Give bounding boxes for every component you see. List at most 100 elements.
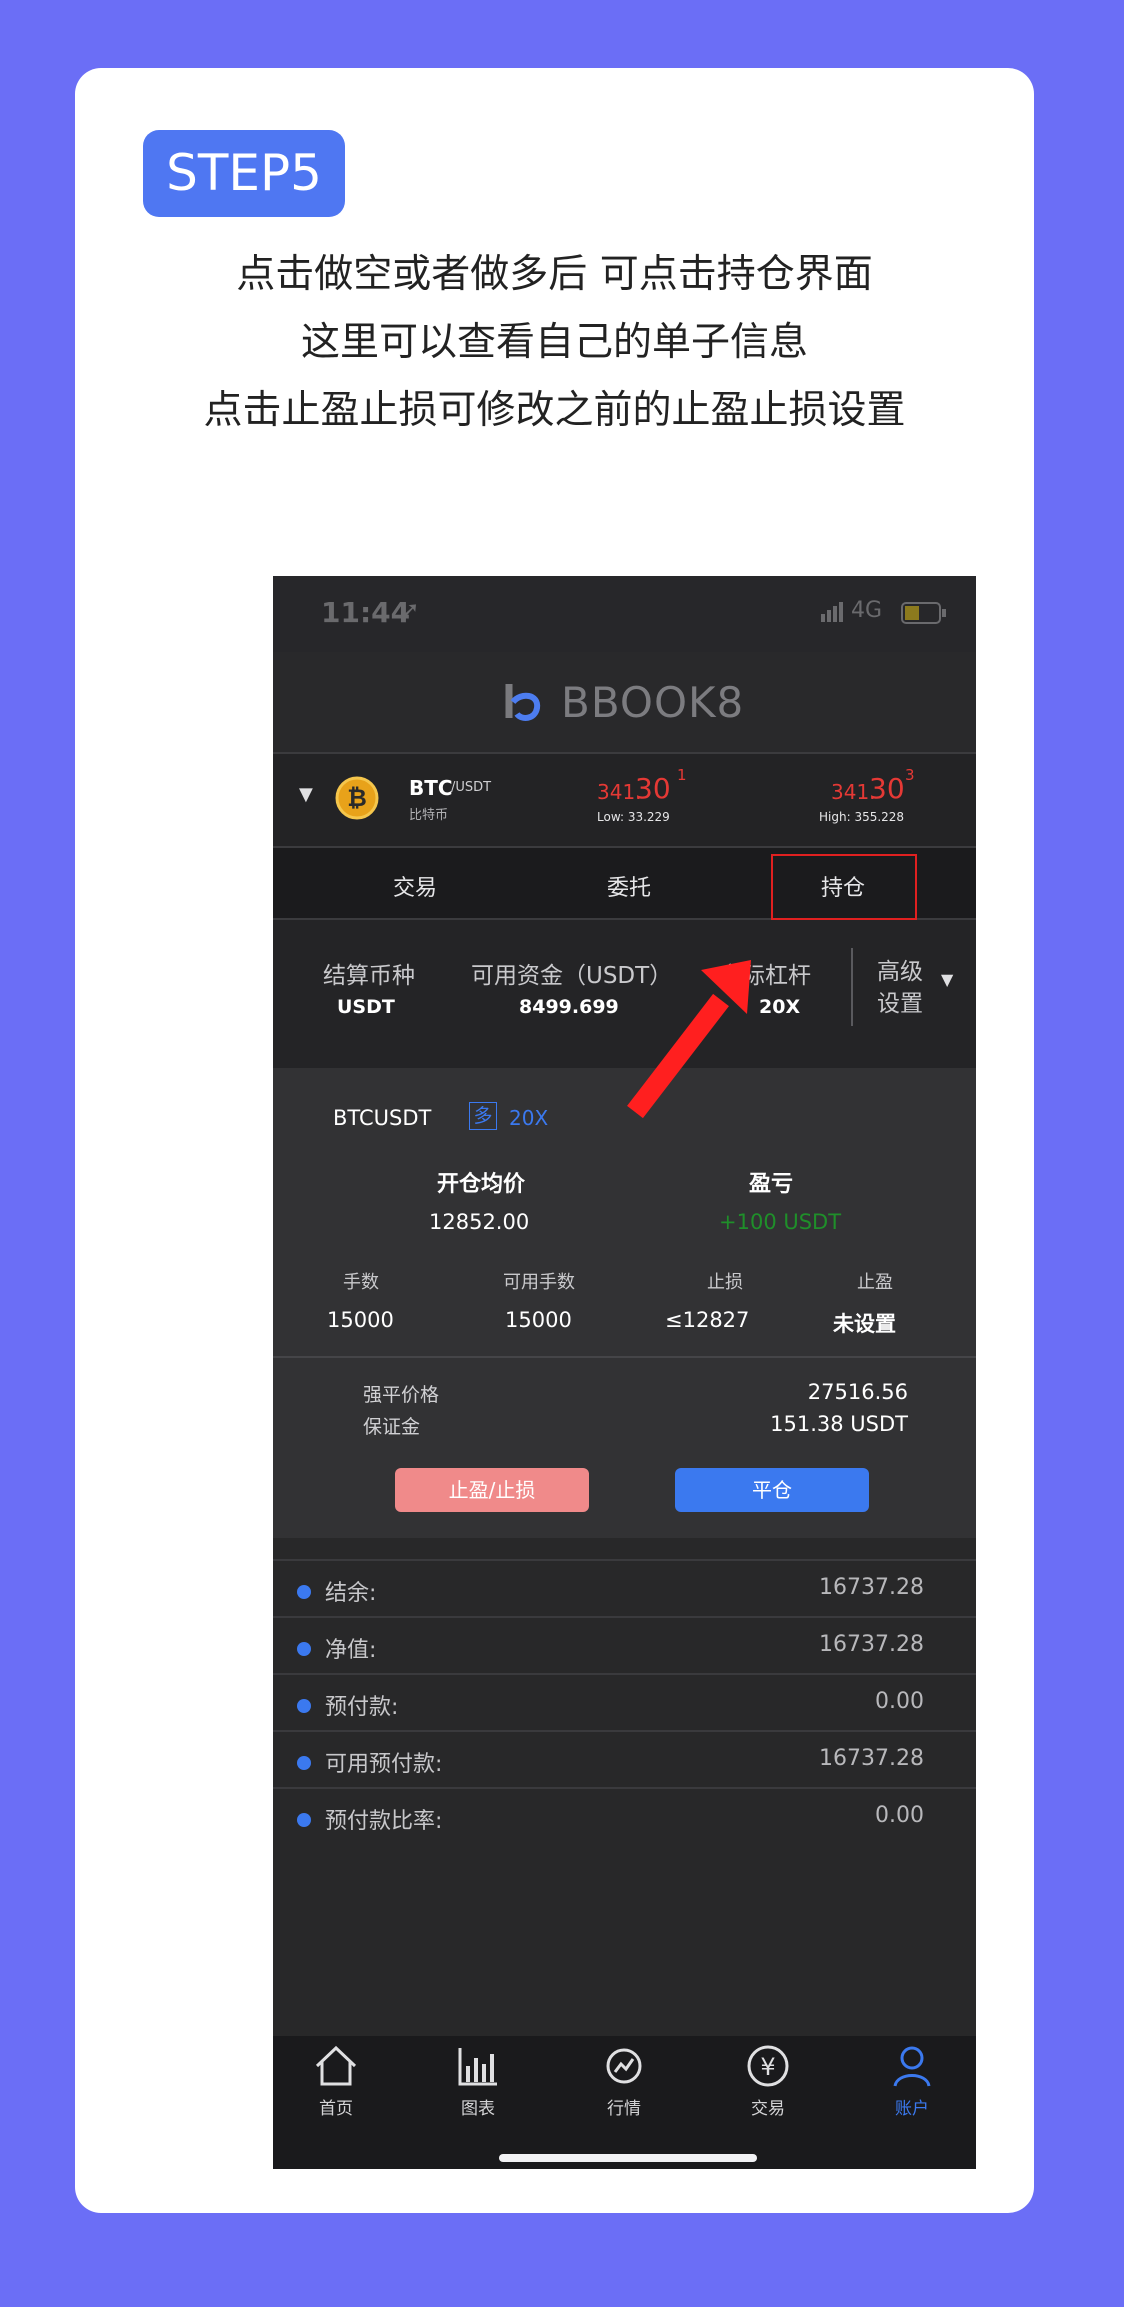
stop-loss-value: ≤12827 [665,1308,750,1332]
list-item-label: 预付款: [325,1695,399,1720]
ticker-quote: /USDT [451,780,492,795]
list-item-value: 0.00 [875,1803,924,1828]
ticker-dropdown-icon[interactable]: ▼ [299,784,313,805]
instruction-line-2: 这里可以查看自己的单子信息 [300,320,808,365]
status-time: 11:44 [321,596,411,629]
position-leverage: 20X [509,1106,549,1130]
list-item: 结余: 16737.28 [273,1559,976,1618]
market-icon [606,2048,642,2084]
chart-icon [458,2048,497,2086]
high-price: High: 355.228 [819,810,905,824]
margin-label: 保证金 [363,1416,421,1438]
status-bar: 11:44 ➚ 4G [273,576,976,652]
take-profit-value: 未设置 [833,1312,896,1336]
nav-market[interactable]: 行情 [579,2044,669,2119]
list-item-value: 16737.28 [819,1746,924,1771]
brand-logo-icon [503,680,543,728]
list-item-value: 16737.28 [819,1575,924,1600]
brand-header: BBOOK8 [273,652,976,754]
list-item: 预付款比率: 0.00 [273,1787,976,1846]
position-divider [273,1356,976,1358]
close-position-button[interactable]: 平仓 [675,1468,869,1512]
list-item-label: 可用预付款: [325,1752,443,1777]
settle-currency-value: USDT [337,996,395,1018]
instruction-line-1: 点击做空或者做多后 可点击持仓界面 [236,252,873,297]
liquidation-price-value: 27516.56 [807,1380,908,1404]
nav-chart[interactable]: 图表 [433,2044,523,2119]
margin-value: 151.38 USDT [770,1412,908,1436]
price-2-big: 30 [869,772,905,805]
open-price-value: 12852.00 [429,1210,530,1234]
list-item: 可用预付款: 16737.28 [273,1730,976,1789]
phone-screenshot: 11:44 ➚ 4G BBOOK8 ▼ ₿ BTC /USDT 比特币 341.… [273,576,976,2169]
liquidation-price-label: 强平价格 [363,1384,440,1406]
ticker-bar[interactable]: ▼ ₿ BTC /USDT 比特币 341. 30 1 Low: 33.229 … [273,754,976,848]
nav-account[interactable]: 账户 [867,2044,957,2119]
list-item-value: 0.00 [875,1689,924,1714]
list-item: 预付款: 0.00 [273,1673,976,1732]
brand-name: BBOOK8 [561,678,745,727]
price-1-sup: 1 [677,766,687,784]
bullet-dot [297,1642,311,1656]
lots-value: 15000 [327,1308,394,1332]
advanced-dropdown-icon[interactable]: ▼ [941,970,953,989]
nav-home-label: 首页 [319,2099,353,2119]
available-funds-value: 8499.699 [519,996,619,1018]
list-item-label: 预付款比率: [325,1809,443,1834]
nav-trade-label: 交易 [751,2099,785,2119]
advanced-settings-label-1[interactable]: 高级 [877,952,923,986]
location-icon: ➚ [401,598,420,623]
list-item: 净值: 16737.28 [273,1616,976,1675]
bullet-dot [297,1756,311,1770]
tab-trade[interactable]: 交易 [393,870,437,902]
stop-loss-label: 止损 [707,1272,743,1293]
tab-positions[interactable]: 持仓 [821,870,865,902]
home-icon [315,2045,357,2086]
open-price-label: 开仓均价 [437,1172,526,1197]
yen-trade-icon: ¥ [747,2045,789,2087]
long-side-badge: 多 [469,1102,497,1130]
ticker-symbol: BTC [409,776,453,800]
pnl-value: +100 USDT [719,1210,842,1234]
advanced-settings-label-2[interactable]: 设置 [877,984,923,1018]
ticker-name: 比特币 [409,808,449,823]
battery-icon [901,602,947,628]
position-symbol: BTCUSDT [333,1106,432,1130]
nav-trade[interactable]: ¥ 交易 [723,2044,813,2119]
step-badge: STEP5 [143,130,345,217]
bitcoin-icon: ₿ [335,776,379,824]
list-item-label: 结余: [325,1581,377,1606]
list-item-value: 16737.28 [819,1632,924,1657]
position-card: BTCUSDT 多 20X 开仓均价 12852.00 盈亏 +100 USDT… [273,1068,976,1538]
available-lots-value: 15000 [505,1308,572,1332]
list-item-label: 净值: [325,1638,377,1663]
red-arrow-annotation [627,960,751,1119]
price-2-sup: 3 [905,766,915,784]
svg-text:¥: ¥ [760,2053,775,2081]
nav-home[interactable]: 首页 [291,2044,381,2119]
instruction-line-3: 点击止盈止损可修改之前的止盈止损设置 [203,388,906,433]
take-profit-label: 止盈 [857,1272,893,1293]
bullet-dot [297,1813,311,1827]
price-1-big: 30 [635,772,671,805]
summary-divider [851,948,853,1026]
settle-currency-label: 结算币种 [323,963,415,989]
bullet-dot [297,1585,311,1599]
instruction-card: STEP5 点击做空或者做多后 可点击持仓界面 这里可以查看自己的单子信息 点击… [75,68,1034,2213]
nav-market-label: 行情 [607,2099,641,2119]
pnl-label: 盈亏 [749,1172,794,1197]
network-label: 4G [851,598,883,623]
signal-icon [821,602,845,626]
home-indicator [499,2154,757,2162]
low-price: Low: 33.229 [597,810,670,824]
lots-label: 手数 [343,1272,379,1293]
bullet-dot [297,1699,311,1713]
tp-sl-button[interactable]: 止盈/止损 [395,1468,589,1512]
available-lots-label: 可用手数 [503,1272,575,1293]
svg-text:₿: ₿ [347,784,367,812]
nav-chart-label: 图表 [461,2099,495,2119]
user-icon [893,2046,931,2087]
nav-account-label: 账户 [895,2099,929,2119]
bottom-nav: 首页 图表 行情 ¥ 交易 账户 [273,2036,976,2169]
tab-orders[interactable]: 委托 [607,870,651,902]
